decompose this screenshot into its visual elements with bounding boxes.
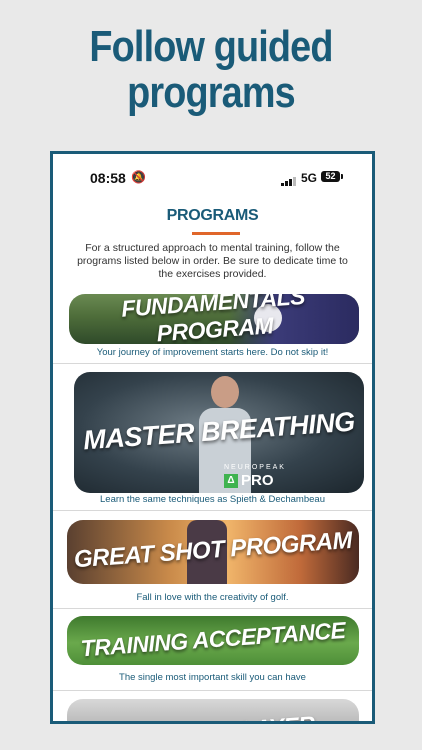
title-underline [192, 232, 240, 235]
page-title: PROGRAMS [166, 207, 259, 224]
program-card-fundamentals[interactable]: FUNDAMENTALS PROGRAM [69, 294, 359, 344]
brand-label: NEUROPEAK [224, 464, 286, 471]
divider [53, 690, 372, 691]
divider [53, 363, 372, 364]
neuropeak-logo-icon: Δ [224, 474, 238, 488]
status-time: 08:58 [90, 170, 126, 186]
network-type: 5G [301, 171, 318, 185]
speaker-head [211, 376, 239, 408]
program-card-ultimate-player[interactable]: ULTIMATE PLAYER [67, 699, 359, 721]
bell-slash-icon: 🔕 [131, 170, 146, 184]
program-caption: The single most important skill you can … [119, 672, 306, 683]
marketing-headline: Follow guided programs [30, 24, 393, 116]
divider [53, 608, 372, 609]
program-title: TRAINING ACCEPTANCE [79, 616, 347, 661]
phone-screen: 08:58 🔕 5G 52 PROGRAMS For a structured … [50, 151, 375, 724]
battery-level: 52 [325, 171, 336, 181]
program-card-master-breathing[interactable]: MASTER BREATHING NEUROPEAK Δ PRO [74, 372, 364, 493]
program-caption: Learn the same techniques as Spieth & De… [100, 494, 325, 505]
intro-text: For a structured approach to mental trai… [77, 242, 348, 280]
pro-badge: PRO [241, 472, 274, 489]
program-caption: Fall in love with the creativity of golf… [136, 592, 289, 603]
status-bar: 08:58 🔕 5G 52 [53, 154, 372, 200]
battery-icon: 52 [321, 171, 340, 182]
divider [53, 510, 372, 511]
program-title: ULTIMATE PLAYER [67, 708, 359, 721]
cellular-signal-icon [281, 176, 297, 186]
program-card-training-acceptance[interactable]: TRAINING ACCEPTANCE [67, 616, 359, 665]
battery-tip [341, 174, 343, 179]
program-card-great-shot[interactable]: GREAT SHOT PROGRAM [67, 520, 359, 584]
headline-line-1: Follow guided [89, 22, 333, 71]
program-caption: Your journey of improvement starts here.… [96, 347, 329, 358]
headline-line-2: programs [127, 68, 296, 117]
